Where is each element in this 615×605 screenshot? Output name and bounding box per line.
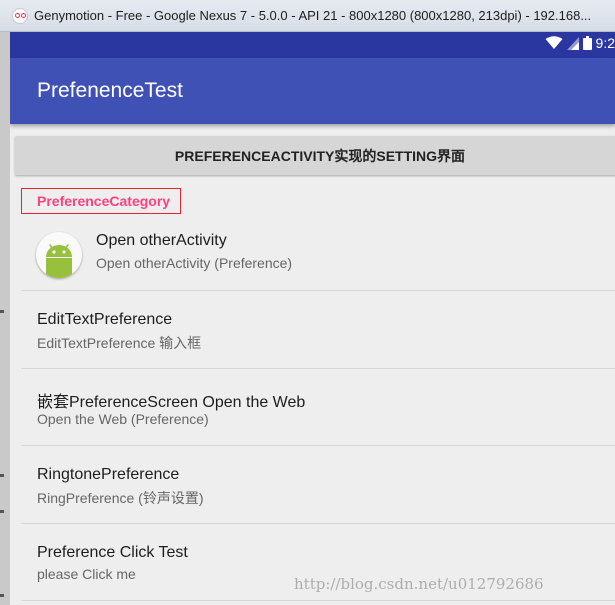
app-title: PrefenenceTest <box>37 79 183 102</box>
preference-title: Open otherActivity <box>96 232 227 249</box>
signal-icon <box>566 36 579 50</box>
android-icon <box>36 232 82 278</box>
window-left-edge <box>0 32 10 605</box>
status-time: 9:2 <box>595 35 615 51</box>
preference-category: PreferenceCategory <box>21 188 181 214</box>
wifi-icon <box>545 36 563 49</box>
window-titlebar[interactable]: Genymotion - Free - Google Nexus 7 - 5.0… <box>0 0 615 32</box>
app-bar: PrefenenceTest <box>10 58 615 124</box>
preference-screen-open-web[interactable]: 嵌套PreferenceScreen Open the Web Open the… <box>21 369 615 445</box>
preference-divider <box>21 600 615 601</box>
preference-summary: Open the Web (Preference) <box>37 411 209 427</box>
watermark: http://blog.csdn.net/u012792686 <box>294 575 544 593</box>
battery-icon <box>582 36 592 50</box>
preference-title: Preference Click Test <box>37 544 188 561</box>
preference-header-button[interactable]: PREFERENCEACTIVITY实现的SETTING界面 <box>15 136 615 175</box>
preference-title: EditTextPreference <box>37 311 173 328</box>
preference-summary: RingPreference (铃声设置) <box>37 490 204 506</box>
edge-mark <box>0 594 4 597</box>
edge-mark <box>0 510 4 513</box>
preference-ringtone[interactable]: RingtonePreference RingPreference (铃声设置) <box>21 446 615 523</box>
edge-mark <box>0 474 4 477</box>
preference-summary: Open otherActivity (Preference) <box>96 255 293 271</box>
preference-edittext[interactable]: EditTextPreference EditTextPreference 输入… <box>21 291 615 368</box>
preference-title: RingtonePreference <box>37 466 180 483</box>
preference-summary: please Click me <box>37 566 136 582</box>
device-screen: 9:2 PrefenenceTest PREFERENCEACTIVITY实现的… <box>10 32 615 605</box>
status-bar: 9:2 <box>10 32 615 58</box>
preference-title: 嵌套PreferenceScreen Open the Web <box>37 394 306 411</box>
window-title: Genymotion - Free - Google Nexus 7 - 5.0… <box>34 8 592 23</box>
preference-summary: EditTextPreference 输入框 <box>37 335 202 351</box>
preference-open-other-activity[interactable]: Open otherActivity Open otherActivity (P… <box>21 222 615 290</box>
edge-mark <box>0 310 4 313</box>
genymotion-logo-icon <box>12 7 28 24</box>
